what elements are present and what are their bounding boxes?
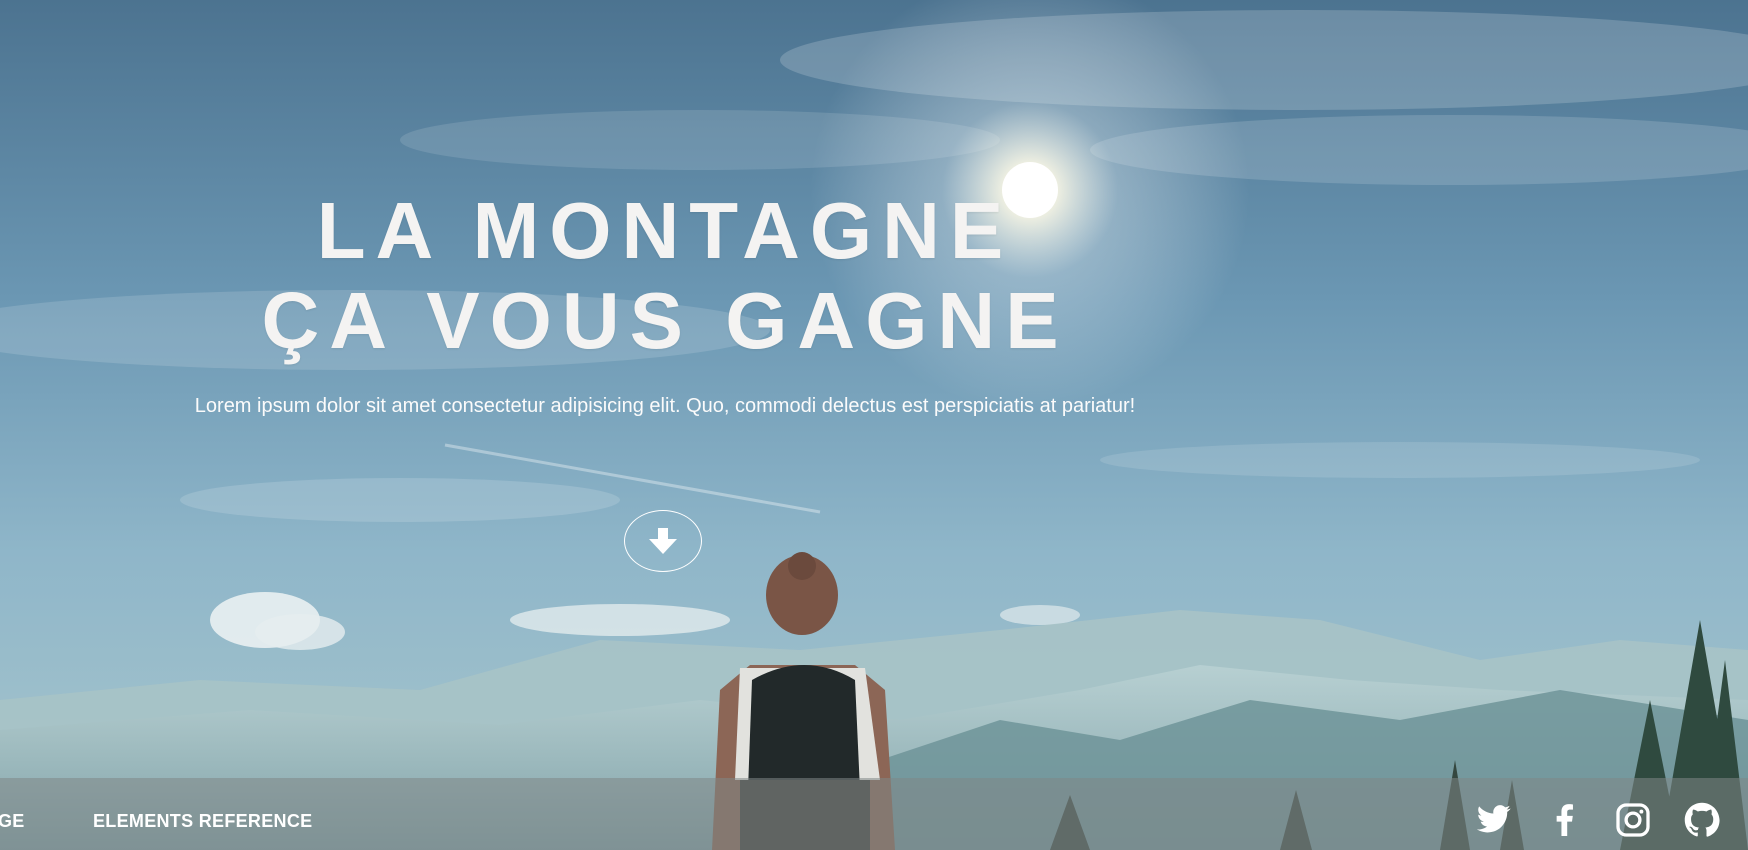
hero-subtitle: Lorem ipsum dolor sit amet consectetur a… (194, 395, 1136, 417)
hero-section: LA MONTAGNE ÇA VOUS GAGNE Lorem ipsum do… (0, 0, 1748, 850)
scroll-down-button[interactable] (624, 510, 702, 572)
arrow-down-icon (649, 528, 677, 554)
instagram-icon (1616, 803, 1650, 837)
twitter-icon (1476, 805, 1511, 833)
hero-title-line2: ÇA VOUS GAGNE (261, 276, 1069, 365)
nav-link-partial[interactable]: GE (0, 811, 25, 832)
facebook-icon (1556, 804, 1573, 836)
github-icon (1684, 802, 1720, 837)
instagram-link[interactable] (1613, 800, 1653, 840)
twitter-link[interactable] (1474, 800, 1514, 840)
github-link[interactable] (1682, 800, 1722, 840)
hero-title-line1: LA MONTAGNE (316, 186, 1014, 275)
facebook-link[interactable] (1544, 800, 1584, 840)
hero-title: LA MONTAGNE ÇA VOUS GAGNE (0, 186, 1330, 366)
nav-link-elements-reference[interactable]: ELEMENTS REFERENCE (93, 811, 312, 832)
